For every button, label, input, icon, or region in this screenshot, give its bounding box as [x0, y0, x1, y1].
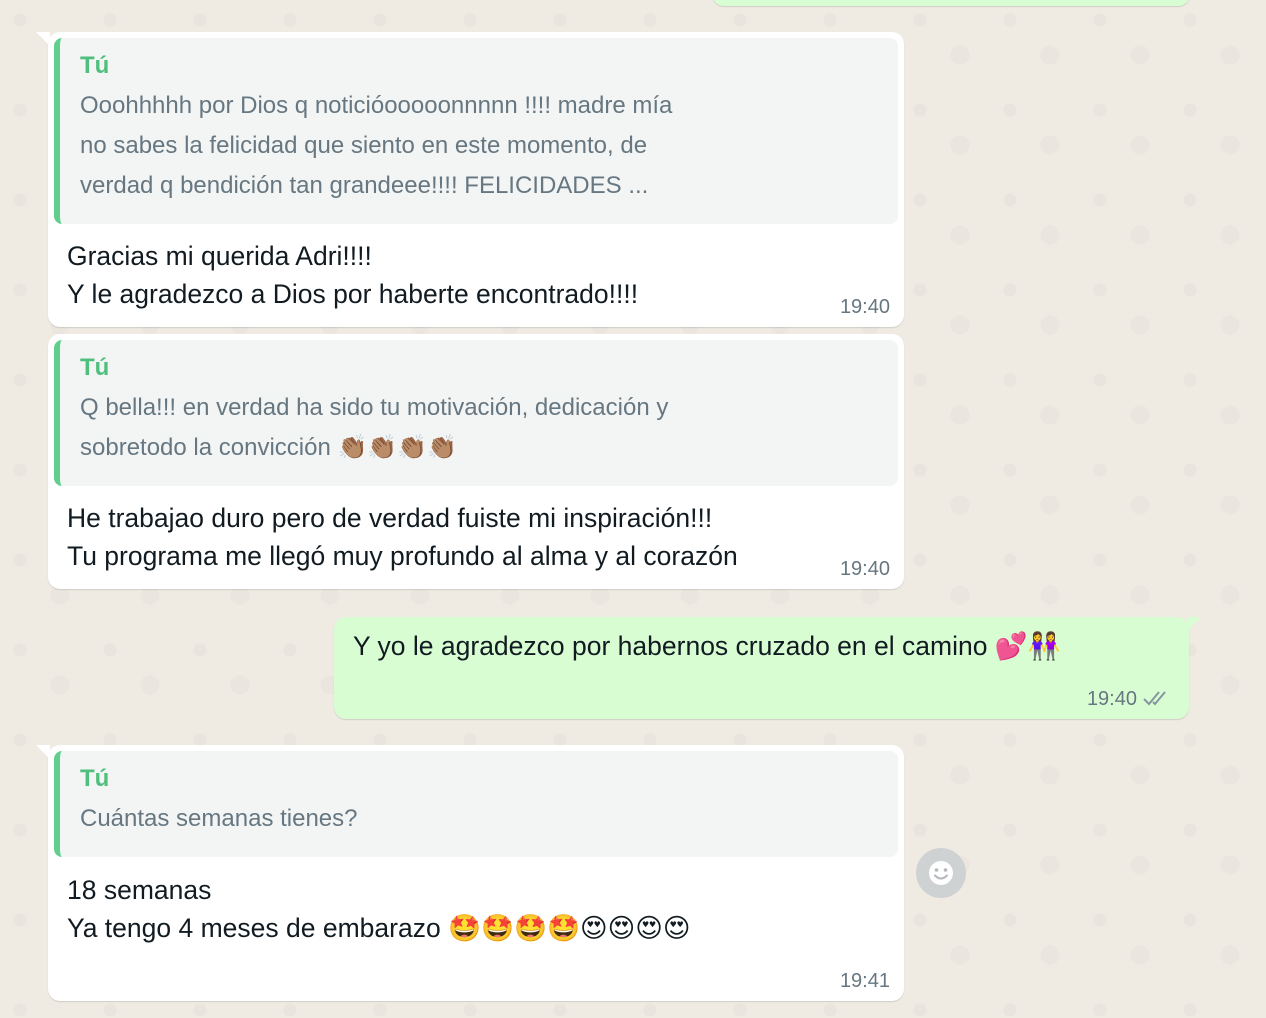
double-check-icon [1143, 691, 1166, 706]
quoted-message[interactable]: Tú Cuántas semanas tienes? [54, 751, 898, 857]
quote-author: Tú [80, 52, 110, 79]
quoted-message[interactable]: Tú Q bella!!! en verdad ha sido tu motiv… [54, 340, 898, 486]
smiley-face-icon [929, 861, 953, 885]
quote-text: Cuántas semanas tienes? [80, 805, 358, 832]
incoming-message[interactable]: Tú Cuántas semanas tienes? 18 semanas Ya… [36, 745, 904, 1001]
quote-author: Tú [80, 765, 110, 792]
message-text: Y yo le agradezco por habernos cruzado e… [353, 631, 1061, 661]
incoming-message[interactable]: Tú Q bella!!! en verdad ha sido tu motiv… [48, 334, 904, 589]
quote-text: Ooohhhhh por Dios q noticióooooonnnnn !!… [80, 92, 673, 199]
message-text: He trabajao duro pero de verdad fuiste m… [67, 503, 738, 571]
bubble-tail [36, 32, 50, 46]
quote-author: Tú [80, 354, 110, 381]
outgoing-message[interactable]: Y yo le agradezco por habernos cruzado e… [334, 617, 1201, 719]
incoming-message[interactable]: Tú Ooohhhhh por Dios q noticióooooonnnnn… [36, 32, 904, 327]
message-text: Gracias mi querida Adri!!!! Y le agradez… [67, 241, 639, 309]
quote-text: Q bella!!! en verdad ha sido tu motivaci… [80, 394, 669, 461]
quoted-message[interactable]: Tú Ooohhhhh por Dios q noticióooooonnnnn… [54, 38, 898, 224]
message-timestamp: 19:40 [1086, 688, 1137, 710]
message-timestamp: 19:41 [839, 970, 890, 992]
bubble-tail [1187, 617, 1201, 631]
bubble-tail [36, 745, 50, 759]
message-timestamp: 19:40 [839, 296, 890, 318]
message-timestamp: 19:40 [839, 558, 890, 580]
message-text: 18 semanas Ya tengo 4 meses de embarazo … [67, 875, 691, 943]
reaction-button[interactable] [916, 848, 966, 898]
previous-outgoing-message [712, 0, 1190, 6]
